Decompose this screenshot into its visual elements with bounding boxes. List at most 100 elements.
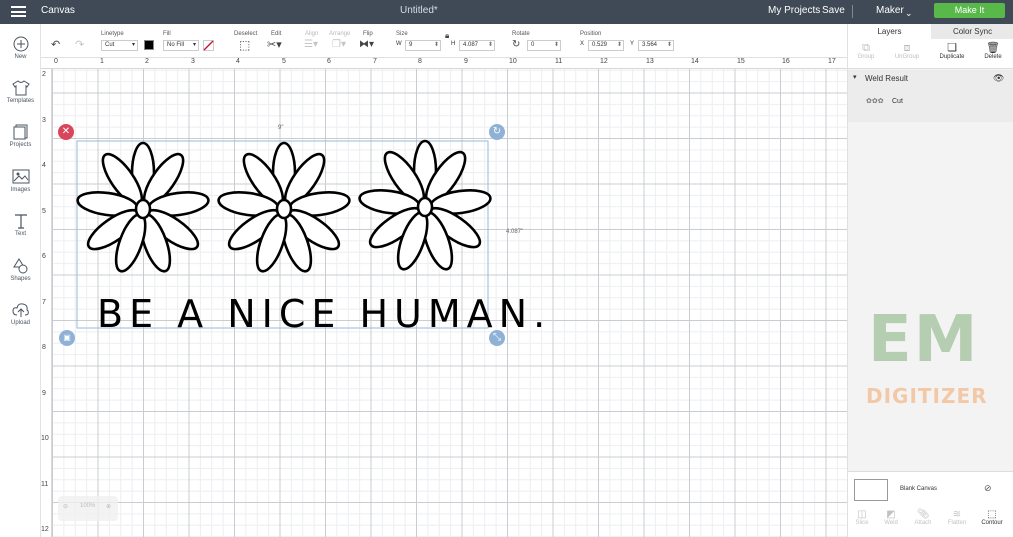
left-sidebar: New Templates Projects Images Text Shape… [0, 24, 41, 537]
weld-label: Weld [884, 520, 898, 526]
sidebar-item-shapes[interactable]: Shapes [0, 258, 41, 282]
delete-button[interactable]: 🗑︎ Delete [977, 42, 1009, 60]
layer-group-weld-result[interactable]: ▾ Weld Result 👁︎ ✿✿✿ Cut [848, 70, 1013, 122]
attach-button[interactable]: 📎︎ Attach [907, 509, 939, 526]
group-button[interactable]: ⧉ Group [850, 42, 882, 60]
daisy-flower-icon [74, 141, 212, 277]
ruler-number: 10 [509, 58, 517, 65]
chevron-down-icon[interactable]: ⌄ [905, 2, 913, 24]
ruler-number: 4 [236, 58, 240, 65]
ruler-number: 5 [42, 208, 46, 215]
rotate-label: Rotate [512, 31, 530, 37]
ruler-number: 8 [418, 58, 422, 65]
y-position-input[interactable]: 3.564 [638, 40, 674, 51]
ruler-number: 16 [782, 58, 790, 65]
tab-layers[interactable]: Layers [848, 24, 931, 39]
duplicate-label: Duplicate [939, 54, 965, 60]
machine-selector[interactable]: Maker [876, 0, 904, 22]
eye-icon[interactable]: 👁︎ [993, 73, 1004, 84]
flip-icon[interactable]: ⧓▾ [359, 39, 374, 51]
width-input[interactable]: 9 [405, 40, 441, 51]
ungroup-button[interactable]: ⧈ UnGroup [891, 42, 923, 60]
lock-icon[interactable]: 🔒︎ [445, 30, 449, 42]
sidebar-item-new[interactable]: New [0, 36, 41, 60]
deselect-icon[interactable]: ⬚ [239, 39, 250, 51]
tab-color-sync[interactable]: Color Sync [931, 24, 1013, 39]
ruler-left: 2 3 4 5 6 7 8 9 10 11 12 [41, 69, 52, 537]
save-button[interactable]: Save [822, 0, 845, 22]
width-label: W [396, 41, 402, 47]
ruler-number: 2 [42, 71, 46, 78]
duplicate-button[interactable]: ❏ Duplicate [936, 42, 968, 60]
zoom-out-icon[interactable]: ⊖ [63, 503, 68, 510]
sidebar-item-label: Text [14, 231, 26, 237]
sidebar-item-label: Upload [10, 320, 30, 326]
ruler-number: 12 [41, 526, 49, 533]
lock-handle-icon[interactable]: ▣ [59, 330, 75, 346]
watermark-logo: EM [868, 303, 980, 377]
no-fill-swatch-icon[interactable] [203, 40, 214, 51]
sidebar-item-upload[interactable]: Upload [0, 302, 41, 326]
hide-eye-icon[interactable]: ⊘ [984, 483, 992, 494]
text-icon [14, 214, 27, 229]
flatten-button[interactable]: ≋ Flatten [941, 509, 973, 526]
ruler-number: 10 [41, 435, 49, 442]
redo-icon[interactable]: ↷ [75, 39, 84, 51]
ungroup-label: UnGroup [894, 54, 920, 60]
plus-circle-icon [13, 36, 28, 52]
chevron-down-icon[interactable]: ▾ [853, 73, 857, 81]
design-canvas[interactable]: BE A NICE HUMAN. 9" 4.087" ✕ ↻ ▣ ⤡ ⊖ 100… [52, 69, 847, 537]
sidebar-item-projects[interactable]: Projects [0, 124, 41, 148]
ruler-number: 7 [42, 299, 46, 306]
scissors-icon[interactable]: ✂▾ [267, 39, 282, 51]
contour-icon: ⬚ [987, 509, 997, 520]
edit-label: Edit [271, 31, 282, 37]
align-icon[interactable]: ☰▾ [304, 39, 318, 51]
duplicate-icon: ❏ [947, 42, 957, 54]
rotate-input[interactable]: 0 [527, 40, 561, 51]
topbar-divider [852, 5, 853, 18]
height-input[interactable]: 4.087 [459, 40, 495, 51]
design-text[interactable]: BE A NICE HUMAN. [97, 292, 551, 336]
layer-item-cut[interactable]: Cut [892, 98, 903, 105]
canvas-layer-area: Blank Canvas ⊘ ◫ Slice ◩ Weld 📎︎ Attach ≋ Fl… [848, 471, 1013, 537]
rotate-handle-icon[interactable]: ↻ [489, 124, 505, 140]
rotate-icon[interactable]: ↻ [512, 39, 520, 51]
undo-icon[interactable]: ↶ [51, 39, 60, 51]
watermark-text: DIGITIZER [866, 384, 988, 408]
layer-group-name: Weld Result [865, 74, 908, 83]
ruler-number: 11 [41, 481, 49, 488]
zoom-level: 100% [80, 503, 96, 509]
my-projects-link[interactable]: My Projects [768, 0, 820, 22]
flip-label: Flip [363, 31, 373, 37]
linetype-select[interactable]: Cut [101, 40, 138, 51]
slice-icon: ◫ [857, 509, 867, 520]
ruler-number: 15 [737, 58, 745, 65]
align-label: Align [305, 31, 319, 37]
sidebar-item-templates[interactable]: Templates [0, 80, 41, 104]
sidebar-item-text[interactable]: Text [0, 213, 41, 237]
fill-label: Fill [163, 31, 171, 37]
ruler-number: 8 [42, 344, 46, 351]
paperclip-icon: 📎︎ [916, 509, 930, 520]
fill-select[interactable]: No Fill [163, 40, 199, 51]
height-dimension: 4.087" [506, 229, 524, 235]
make-it-button[interactable]: Make It [934, 3, 1005, 18]
delete-handle-icon[interactable]: ✕ [58, 124, 74, 140]
sidebar-item-images[interactable]: Images [0, 169, 41, 193]
x-position-input[interactable]: 0.529 [588, 40, 624, 51]
ruler-number: 1 [100, 58, 104, 65]
resize-handle-icon[interactable]: ⤡ [489, 330, 505, 346]
contour-button[interactable]: ⬚ Contour [976, 509, 1008, 526]
weld-button[interactable]: ◩ Weld [875, 509, 907, 526]
zoom-in-icon[interactable]: ⊕ [106, 503, 111, 510]
slice-button[interactable]: ◫ Slice [846, 509, 878, 526]
blank-canvas-label: Blank Canvas [900, 486, 938, 492]
design-layer[interactable]: BE A NICE HUMAN. [52, 69, 847, 537]
ruler-number: 6 [42, 253, 46, 260]
linetype-color-swatch[interactable] [144, 40, 154, 50]
arrange-icon[interactable]: ❐▾ [332, 39, 346, 51]
image-icon [12, 169, 29, 184]
hamburger-menu-icon[interactable] [11, 6, 26, 17]
blank-canvas-swatch[interactable] [854, 479, 888, 501]
